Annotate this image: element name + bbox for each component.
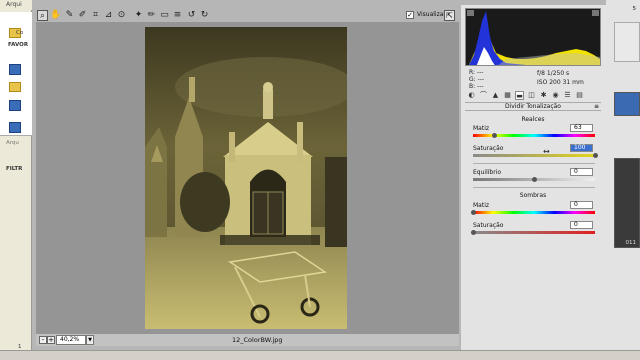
- gradient-filter-icon[interactable]: ▭: [159, 10, 170, 21]
- tab-lens-icon[interactable]: ◫: [527, 91, 536, 100]
- background-tile: [614, 158, 640, 248]
- camera-raw-dialog: ⌕ ✋ ✎ ✐ ⌗ ⊿ ⊙ ✦ ✏ ▭ ≡ ↺ ↻ ✓ Visualizar ⇱: [32, 0, 606, 350]
- shadows-hue-slider[interactable]: [473, 211, 595, 214]
- highlights-title: Realces: [521, 116, 545, 123]
- preview-label: Visualizar: [417, 11, 446, 18]
- background-sidebar: FAVOR Co Arqu: [0, 12, 32, 146]
- balance-field[interactable]: 0: [570, 168, 593, 176]
- tab-effects-icon[interactable]: ✱: [539, 91, 548, 100]
- highlights-saturation-label: Saturação: [473, 145, 504, 152]
- hand-tool-icon[interactable]: ✋: [50, 10, 61, 21]
- background-tile: [614, 92, 640, 116]
- panel-title: Dividir Tonalização: [505, 103, 561, 110]
- section-divider: [473, 163, 595, 164]
- retouch-brush-icon[interactable]: ✦: [133, 10, 144, 21]
- background-right-number: 011: [625, 240, 637, 246]
- zoom-in-button[interactable]: +: [47, 336, 55, 344]
- dialog-bottom-bar: [0, 350, 640, 360]
- tab-detail-icon[interactable]: ▲: [491, 91, 500, 100]
- shadows-saturation-field[interactable]: 0: [570, 221, 593, 229]
- folder-label: Co: [16, 30, 24, 36]
- adjustments-panel: R: --- G: --- B: --- f/8 1/250 s ISO 200…: [461, 5, 606, 350]
- highlight-clipping-icon[interactable]: [592, 10, 599, 16]
- balance-label: Equilíbrio: [473, 169, 502, 176]
- status-bar: - + 40,2% ▼ 12_ColorBW.jpg: [36, 334, 459, 346]
- background-menubar: Arqui: [0, 0, 32, 10]
- rotate-left-icon[interactable]: ↺: [186, 10, 197, 21]
- zoom-level-field[interactable]: 40,2%: [56, 335, 86, 345]
- photo-preview: [145, 27, 347, 329]
- shadows-hue-field[interactable]: 0: [570, 201, 593, 209]
- cursor-icon: ↔: [543, 147, 550, 156]
- highlights-saturation-slider[interactable]: [473, 154, 595, 157]
- camera-info: f/8 1/250 s ISO 200 31 mm: [537, 69, 584, 87]
- section-divider: [473, 187, 595, 188]
- highlights-saturation-field[interactable]: 100: [570, 144, 593, 152]
- rgb-readout: R: --- G: --- B: ---: [469, 69, 484, 90]
- camera-info-iso: ISO 200 31 mm: [537, 79, 584, 86]
- tab-presets-icon[interactable]: ☰: [563, 91, 572, 100]
- highlights-hue-label: Matiz: [473, 125, 490, 132]
- app-icon: [9, 100, 21, 111]
- adjustment-brush-icon[interactable]: ✏: [146, 10, 157, 21]
- panel-header: Dividir Tonalização ≡: [465, 102, 601, 111]
- shadows-saturation-slider[interactable]: [473, 231, 595, 234]
- background-right-label: 5: [632, 6, 637, 12]
- image-canvas[interactable]: [36, 22, 459, 334]
- background-menu-label: Arqui: [6, 1, 22, 8]
- tab-basic-icon[interactable]: ◐: [467, 91, 476, 100]
- crop-tool-icon[interactable]: ⌗: [90, 10, 101, 21]
- filter-label: FILTR: [6, 166, 23, 172]
- zoom-dropdown-icon[interactable]: ▼: [86, 335, 94, 345]
- rgb-g: G: ---: [469, 76, 485, 83]
- sub-label: Arqu: [6, 140, 19, 146]
- color-sampler-icon[interactable]: ✐: [77, 10, 88, 21]
- tab-hsl-icon[interactable]: ▦: [503, 91, 512, 100]
- shadows-hue-label: Matiz: [473, 202, 490, 209]
- panel-menu-icon[interactable]: ≡: [594, 103, 599, 110]
- app-icon: [9, 122, 21, 133]
- histogram-graph: [468, 11, 600, 65]
- balance-thumb[interactable]: [531, 177, 537, 182]
- background-tile: [614, 22, 640, 62]
- highlights-saturation-thumb[interactable]: [592, 153, 598, 158]
- highlights-hue-field[interactable]: 63: [570, 124, 593, 132]
- shadows-saturation-label: Saturação: [473, 222, 504, 229]
- tab-snapshots-icon[interactable]: ▤: [575, 91, 584, 100]
- shadows-saturation-thumb[interactable]: [470, 230, 476, 235]
- straighten-tool-icon[interactable]: ⊿: [103, 10, 114, 21]
- panel-tabs: ◐ ⌒ ▲ ▦ ▬ ◫ ✱ ◉ ☰ ▤: [465, 91, 601, 101]
- tab-split-toning-icon[interactable]: ▬: [515, 91, 524, 100]
- filename-label: 12_ColorBW.jpg: [232, 336, 283, 344]
- shadows-title: Sombras: [519, 192, 547, 199]
- tab-tone-curve-icon[interactable]: ⌒: [479, 91, 488, 100]
- shadow-clipping-icon[interactable]: [467, 10, 474, 16]
- rotate-right-icon[interactable]: ↻: [199, 10, 210, 21]
- tab-camera-calibration-icon[interactable]: ◉: [551, 91, 560, 100]
- preferences-icon[interactable]: ≡: [172, 10, 183, 21]
- app-icon: [9, 64, 21, 75]
- rgb-b: B: ---: [469, 83, 484, 90]
- red-eye-icon[interactable]: ⊙: [116, 10, 127, 21]
- highlights-hue-thumb[interactable]: [491, 133, 497, 138]
- zoom-out-button[interactable]: -: [39, 336, 47, 344]
- background-window-right: 5 011: [606, 0, 640, 360]
- histogram: [465, 8, 601, 66]
- camera-info-exposure: f/8 1/250 s: [537, 70, 570, 77]
- background-window-left: Arqui FAVOR Co Arqu FILTR 1: [0, 0, 32, 360]
- eyedropper-icon[interactable]: ✎: [64, 10, 75, 21]
- preview-checkbox[interactable]: ✓: [406, 11, 414, 19]
- fullscreen-icon[interactable]: ⇱: [444, 10, 455, 21]
- photo-illustration: [145, 27, 347, 329]
- folder-icon: [9, 82, 21, 92]
- shadows-hue-thumb[interactable]: [470, 210, 476, 215]
- rgb-r: R: ---: [469, 69, 484, 76]
- zoom-tool-icon[interactable]: ⌕: [37, 10, 48, 21]
- favorites-label: FAVOR: [8, 42, 29, 48]
